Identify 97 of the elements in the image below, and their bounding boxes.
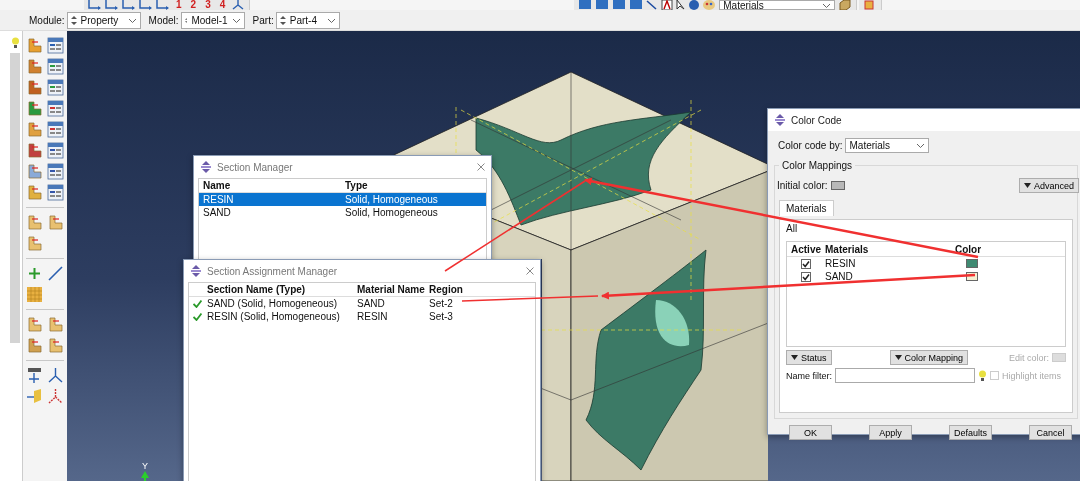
triad-icon[interactable] [47, 367, 64, 384]
view-axis-icon[interactable] [105, 0, 119, 10]
coordinate-system-icon[interactable] [26, 367, 43, 384]
color-swatch[interactable] [966, 259, 978, 268]
manager-window-icon[interactable] [47, 184, 64, 201]
view-preset-button[interactable]: 1 [173, 0, 185, 10]
pointer-icon[interactable] [676, 0, 687, 10]
advanced-button[interactable]: Advanced [1018, 178, 1079, 193]
axis-label: Y [142, 461, 148, 471]
table-cell-text: SAND [824, 271, 854, 282]
status-button[interactable]: Status [786, 350, 832, 365]
context-dropdown[interactable]: Property [66, 11, 141, 29]
dialog-button[interactable]: Defaults [949, 425, 992, 440]
app-logo-icon [190, 265, 202, 277]
table-cell-text: RESIN (Solid, Homogeneous) [206, 311, 341, 322]
view-preset-button[interactable]: 3 [202, 0, 214, 10]
window-title: Section Manager [217, 161, 294, 173]
text-annotation-icon[interactable] [661, 0, 674, 10]
view-axis-icon[interactable] [139, 0, 153, 10]
app-logo-icon [774, 114, 786, 126]
checkbox-label: Highlight items [1002, 370, 1062, 381]
table-cell-text: SAND [356, 298, 386, 309]
column-header[interactable]: Section Name (Type) [203, 284, 353, 295]
section-row[interactable]: SAND Solid, Homogeneous [199, 206, 486, 219]
spinner-arrows-icon[interactable] [70, 14, 77, 26]
field-label: Color code by: [778, 140, 843, 151]
view-axis-icon[interactable] [156, 0, 170, 10]
table-cell-text: RESIN [356, 311, 389, 322]
column-header[interactable]: Materials [821, 243, 951, 255]
view-axis-icon[interactable] [88, 0, 102, 10]
spinner-arrows-icon[interactable] [279, 14, 286, 26]
triangle-down-icon [894, 355, 902, 360]
color-swatch[interactable] [966, 272, 978, 281]
view-axis-icon[interactable] [122, 0, 136, 10]
table-cell-text: SAND (Solid, Homogeneous) [206, 298, 339, 309]
context-dropdown[interactable]: Part-4 [275, 11, 340, 29]
active-checkbox[interactable] [801, 258, 811, 269]
context-label: Model: [148, 14, 179, 26]
context-dropdown[interactable]: Model-1 [180, 11, 245, 29]
triad-icon[interactable] [47, 388, 64, 405]
color-code-dropdown[interactable]: Materials [845, 138, 930, 153]
lightbulb-icon[interactable] [11, 37, 20, 48]
column-header[interactable]: Name [199, 180, 341, 191]
column-header[interactable]: Type [341, 180, 486, 191]
manager-window-icon[interactable] [47, 142, 64, 159]
field-label: Initial color: [777, 180, 828, 191]
tree-label: All [786, 223, 799, 234]
context-label: Module: [29, 14, 65, 26]
manager-window-icon[interactable] [47, 163, 64, 180]
window-title: Section Assignment Manager [207, 265, 339, 277]
tab[interactable]: Materials [779, 200, 834, 216]
section-row[interactable]: RESIN Solid, Homogeneous [199, 193, 486, 206]
manager-window-icon[interactable] [47, 121, 64, 138]
dialog-button[interactable]: Apply [869, 425, 912, 440]
palette-icon[interactable] [702, 0, 717, 10]
close-icon[interactable] [477, 163, 485, 171]
dialog-button[interactable]: OK [789, 425, 832, 440]
viewport-layout-icon[interactable] [612, 0, 627, 10]
manager-window-icon[interactable] [47, 37, 64, 54]
plus-icon[interactable] [26, 265, 43, 282]
field-label: Edit color: [1008, 352, 1049, 363]
dropdown-caret-icon [916, 141, 926, 150]
column-header[interactable]: Region [425, 284, 535, 295]
active-checkbox[interactable] [801, 271, 811, 282]
dialog-button[interactable]: Cancel [1029, 425, 1072, 440]
viewport-layout-icon[interactable] [629, 0, 644, 10]
edit-color-swatch[interactable] [1052, 353, 1066, 362]
rotate-axes-icon[interactable] [231, 0, 246, 10]
app-logo-icon [200, 161, 212, 173]
column-header[interactable]: Material Name [353, 284, 425, 295]
view-preset-button[interactable]: 4 [216, 0, 229, 10]
context-label: Part: [252, 14, 274, 26]
view-preset-button[interactable]: 2 [187, 0, 200, 10]
column-header[interactable]: Color [951, 243, 989, 255]
viewport-layout-icon[interactable] [595, 0, 610, 10]
scrollbar[interactable] [10, 53, 20, 343]
field-label: Name filter: [786, 370, 832, 381]
grid-icon[interactable] [26, 286, 43, 303]
table-cell-text: Set-3 [428, 311, 454, 322]
initial-color-swatch[interactable] [830, 181, 845, 190]
color-mapping-button[interactable]: Color Mapping [889, 350, 969, 365]
column-header[interactable]: Active [787, 243, 821, 255]
table-cell-text: RESIN [824, 258, 857, 269]
datum-axis-icon[interactable] [47, 265, 64, 282]
window-title: Color Code [791, 114, 843, 126]
plane-icon[interactable] [26, 388, 43, 405]
manager-window-icon[interactable] [47, 79, 64, 96]
lightbulb-icon[interactable] [978, 370, 987, 381]
manager-window-icon[interactable] [47, 58, 64, 75]
triangle-down-icon [791, 355, 798, 360]
name-filter-field[interactable] [835, 368, 975, 383]
manager-window-icon[interactable] [47, 100, 64, 117]
triangle-down-icon [1023, 183, 1031, 188]
group-title: Color Mappings [779, 160, 856, 171]
close-icon[interactable] [526, 267, 534, 275]
table-cell-text: Set-2 [428, 298, 454, 309]
viewport-layout-icon[interactable] [578, 0, 593, 10]
